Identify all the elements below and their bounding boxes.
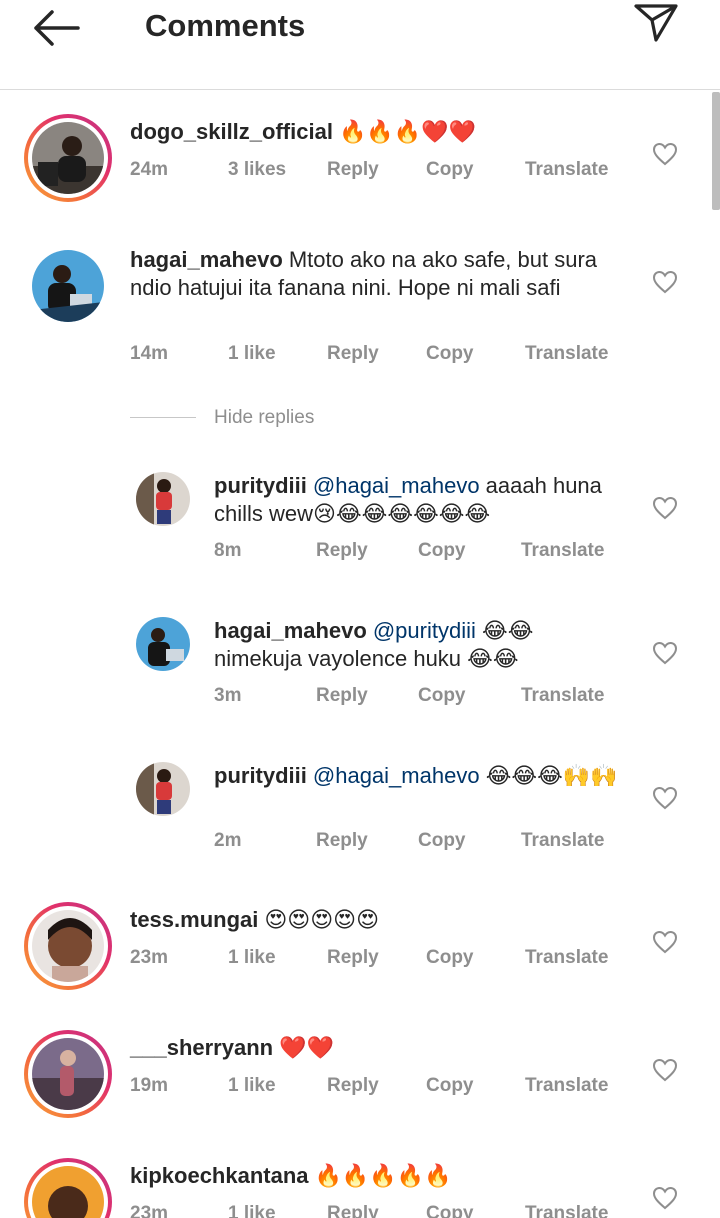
reply-time: 8m — [214, 540, 242, 561]
avatar[interactable] — [24, 1030, 112, 1118]
avatar[interactable] — [24, 114, 112, 202]
paper-plane-icon — [634, 4, 678, 42]
hide-replies-button[interactable]: Hide replies — [130, 405, 430, 431]
copy-button[interactable]: Copy — [418, 539, 466, 563]
header-bar: Comments — [0, 0, 720, 90]
copy-button[interactable]: Copy — [426, 1074, 474, 1098]
copy-button[interactable]: Copy — [418, 829, 466, 853]
reply-emoji: 😂😂😂🙌🙌 — [485, 763, 618, 788]
translate-button[interactable]: Translate — [521, 829, 604, 853]
heart-icon[interactable] — [652, 786, 678, 810]
reply-item: puritydiii @hagai_mahevo 😂😂😂🙌🙌 2m Reply C… — [0, 750, 720, 870]
reply-button[interactable]: Reply — [327, 1202, 379, 1218]
reply-username[interactable]: puritydiii — [214, 763, 307, 788]
mention-link[interactable]: @hagai_mahevo — [313, 473, 480, 498]
copy-button[interactable]: Copy — [426, 158, 474, 182]
comment-emoji: 🔥🔥🔥❤️❤️ — [338, 119, 476, 144]
reply-emoji: 😢😂😂😂😂😂😂 — [313, 501, 491, 526]
reply-button[interactable]: Reply — [327, 158, 379, 182]
heart-icon[interactable] — [652, 270, 678, 294]
reply-button[interactable]: Reply — [327, 342, 379, 366]
likes-count[interactable]: 1 like — [228, 1202, 276, 1218]
reply-emoji: 😂😂 — [467, 646, 519, 671]
reply-button[interactable]: Reply — [327, 1074, 379, 1098]
comment-time: 14m — [130, 343, 169, 364]
comment-emoji: 😍😍😍😍😍 — [264, 907, 380, 932]
avatar[interactable] — [32, 250, 104, 322]
avatar[interactable] — [24, 1158, 112, 1218]
reply-button[interactable]: Reply — [316, 539, 368, 563]
avatar[interactable] — [136, 617, 190, 671]
copy-button[interactable]: Copy — [426, 1202, 474, 1218]
translate-button[interactable]: Translate — [525, 1074, 608, 1098]
heart-icon[interactable] — [652, 930, 678, 954]
translate-button[interactable]: Translate — [525, 946, 608, 970]
reply-emoji: 😂😂 — [482, 618, 534, 643]
likes-count[interactable]: 1 like — [228, 1074, 276, 1098]
likes-count[interactable]: 1 like — [228, 342, 276, 366]
reply-button[interactable]: Reply — [327, 946, 379, 970]
reply-time: 2m — [214, 830, 242, 851]
comment-username[interactable]: dogo_skillz_official — [130, 119, 333, 144]
heart-icon[interactable] — [652, 1058, 678, 1082]
hide-replies-label: Hide replies — [214, 407, 315, 428]
translate-button[interactable]: Translate — [521, 539, 604, 563]
reply-item: hagai_mahevo @puritydiii 😂😂 nimekuja vayol… — [0, 605, 720, 725]
comment-item: dogo_skillz_official 🔥🔥🔥❤️❤️ 24m 3 likes … — [0, 100, 720, 210]
translate-button[interactable]: Translate — [525, 342, 608, 366]
share-button[interactable] — [630, 0, 682, 46]
reply-item: puritydiii @hagai_mahevo aaaah huna chill… — [0, 460, 720, 580]
comment-username[interactable]: hagai_mahevo — [130, 247, 283, 272]
arrow-left-icon — [34, 10, 80, 46]
divider — [130, 417, 196, 418]
reply-button[interactable]: Reply — [316, 829, 368, 853]
mention-link[interactable]: @puritydiii — [373, 618, 476, 643]
heart-icon[interactable] — [652, 496, 678, 520]
page-title: Comments — [145, 8, 306, 43]
mention-link[interactable]: @hagai_mahevo — [313, 763, 480, 788]
avatar[interactable] — [136, 472, 190, 526]
comment-emoji: ❤️❤️ — [279, 1035, 334, 1060]
comment-time: 23m — [130, 947, 169, 968]
copy-button[interactable]: Copy — [418, 684, 466, 708]
comment-item: hagai_mahevo Mtoto ako na ako safe, but s… — [0, 240, 720, 380]
likes-count[interactable]: 3 likes — [228, 158, 286, 182]
reply-username[interactable]: hagai_mahevo — [214, 618, 367, 643]
reply-time: 3m — [214, 685, 242, 706]
copy-button[interactable]: Copy — [426, 946, 474, 970]
reply-text: nimekuja vayolence huku — [214, 646, 468, 671]
comment-item: tess.mungai 😍😍😍😍😍 23m 1 like Reply Copy T… — [0, 890, 720, 1000]
comment-time: 24m — [130, 159, 169, 180]
heart-icon[interactable] — [652, 641, 678, 665]
comment-item: kipkoechkantana 🔥🔥🔥🔥🔥 23m 1 like Reply Co… — [0, 1146, 720, 1218]
comment-item: ___sherryann ❤️❤️ 19m 1 like Reply Copy T… — [0, 1018, 720, 1128]
copy-button[interactable]: Copy — [426, 342, 474, 366]
heart-icon[interactable] — [652, 1186, 678, 1210]
translate-button[interactable]: Translate — [521, 684, 604, 708]
heart-icon[interactable] — [652, 142, 678, 166]
translate-button[interactable]: Translate — [525, 158, 608, 182]
translate-button[interactable]: Translate — [525, 1202, 608, 1218]
avatar[interactable] — [136, 762, 190, 816]
comment-username[interactable]: tess.mungai — [130, 907, 258, 932]
reply-username[interactable]: puritydiii — [214, 473, 307, 498]
reply-button[interactable]: Reply — [316, 684, 368, 708]
likes-count[interactable]: 1 like — [228, 946, 276, 970]
comment-time: 23m — [130, 1203, 169, 1218]
comment-emoji: 🔥🔥🔥🔥🔥 — [314, 1163, 452, 1188]
comment-username[interactable]: kipkoechkantana — [130, 1163, 309, 1188]
comment-time: 19m — [130, 1075, 169, 1096]
avatar[interactable] — [24, 902, 112, 990]
comment-username[interactable]: ___sherryann — [130, 1035, 273, 1060]
back-button[interactable] — [28, 6, 84, 50]
